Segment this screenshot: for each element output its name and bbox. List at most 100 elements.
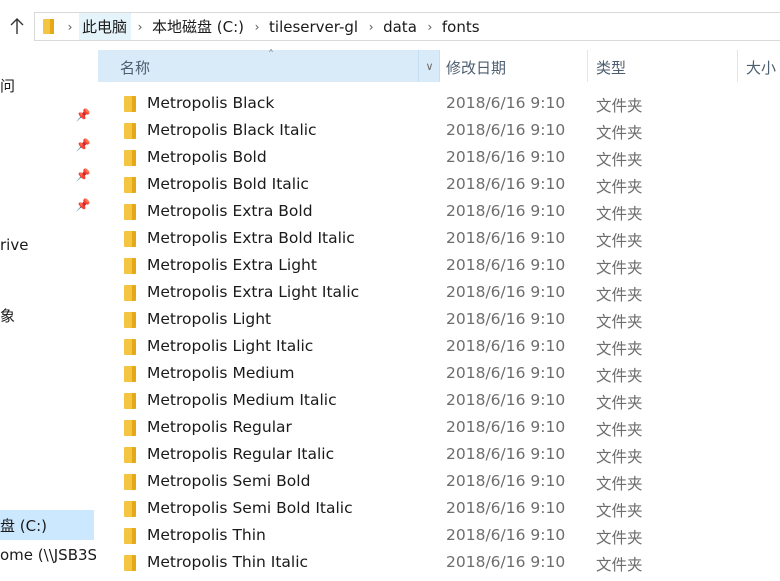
file-row[interactable]: Metropolis Regular 2018/6/16 9:10 文件夹: [98, 415, 780, 442]
file-row[interactable]: Metropolis Bold Italic 2018/6/16 9:10 文件夹: [98, 172, 780, 199]
file-type: 文件夹: [596, 313, 643, 331]
file-name: Metropolis Light Italic: [147, 337, 314, 355]
folder-icon: [124, 555, 136, 571]
file-modified-date: 2018/6/16 9:10: [446, 148, 566, 166]
folder-icon: [124, 528, 136, 544]
breadcrumb-fonts[interactable]: fonts: [439, 13, 484, 40]
breadcrumb-tileserver-gl[interactable]: tileserver-gl: [266, 13, 362, 40]
folder-icon: [124, 177, 136, 193]
file-type: 文件夹: [596, 97, 643, 115]
file-row[interactable]: Metropolis Thin 2018/6/16 9:10 文件夹: [98, 523, 780, 550]
file-modified-date: 2018/6/16 9:10: [446, 553, 566, 571]
up-button[interactable]: [6, 14, 28, 38]
folder-icon: [124, 204, 136, 220]
file-name: Metropolis Extra Light Italic: [147, 283, 360, 301]
file-row[interactable]: Metropolis Extra Light 2018/6/16 9:10 文件夹: [98, 253, 780, 280]
pin-icon[interactable]: 📌: [76, 108, 91, 122]
file-type: 文件夹: [596, 232, 643, 250]
file-type: 文件夹: [596, 394, 643, 412]
folder-icon: [124, 96, 136, 112]
file-name: Metropolis Bold Italic: [147, 175, 309, 193]
chevron-right-icon[interactable]: ›: [131, 13, 149, 40]
chevron-right-icon[interactable]: ›: [248, 13, 266, 40]
file-name: Metropolis Light: [147, 310, 272, 328]
file-row[interactable]: Metropolis Light Italic 2018/6/16 9:10 文件夹: [98, 334, 780, 361]
folder-icon: [124, 258, 136, 274]
column-divider[interactable]: [737, 50, 738, 82]
file-type: 文件夹: [596, 367, 643, 385]
column-header-name[interactable]: ˄ 名称 ∨: [98, 48, 440, 82]
file-name: Metropolis Regular Italic: [147, 445, 335, 463]
file-row[interactable]: Metropolis Extra Bold 2018/6/16 9:10 文件夹: [98, 199, 780, 226]
nav-item-local-disk[interactable]: 盘 (C:): [0, 515, 47, 535]
file-row[interactable]: Metropolis Extra Bold Italic 2018/6/16 9:…: [98, 226, 780, 253]
folder-icon: [124, 366, 136, 382]
folder-icon: [124, 447, 136, 463]
file-row[interactable]: Metropolis Extra Light Italic 2018/6/16 9…: [98, 280, 780, 307]
file-name: Metropolis Black: [147, 94, 275, 112]
navigation-pane[interactable]: 问 📌 📌 📌 📌 rive 象 盘 (C:) ome (\\JSB3S-: [0, 50, 96, 581]
file-modified-date: 2018/6/16 9:10: [446, 202, 566, 220]
file-row[interactable]: Metropolis Medium Italic 2018/6/16 9:10 文件…: [98, 388, 780, 415]
arrow-up-icon: [10, 18, 24, 34]
file-modified-date: 2018/6/16 9:10: [446, 283, 566, 301]
address-bar[interactable]: › 此电脑 › 本地磁盘 (C:) › tileserver-gl › data…: [34, 12, 780, 41]
file-name: Metropolis Medium Italic: [147, 391, 337, 409]
folder-icon: [124, 231, 136, 247]
folder-icon: [124, 474, 136, 490]
file-modified-date: 2018/6/16 9:10: [446, 364, 566, 382]
column-divider[interactable]: [587, 50, 588, 82]
file-type: 文件夹: [596, 556, 643, 574]
pin-icon[interactable]: 📌: [76, 198, 91, 212]
file-modified-date: 2018/6/16 9:10: [446, 256, 566, 274]
file-name: Metropolis Semi Bold: [147, 472, 311, 490]
file-modified-date: 2018/6/16 9:10: [446, 175, 566, 193]
file-modified-date: 2018/6/16 9:10: [446, 310, 566, 328]
nav-item-3d-objects[interactable]: 象: [0, 305, 15, 325]
column-header-date[interactable]: 修改日期: [446, 57, 506, 78]
chevron-right-icon[interactable]: ›: [362, 13, 380, 40]
file-row[interactable]: Metropolis Regular Italic 2018/6/16 9:10 文…: [98, 442, 780, 469]
sort-ascending-icon: ˄: [268, 48, 274, 62]
file-type: 文件夹: [596, 475, 643, 493]
breadcrumb-data[interactable]: data: [380, 13, 421, 40]
file-type: 文件夹: [596, 529, 643, 547]
file-row[interactable]: Metropolis Medium 2018/6/16 9:10 文件夹: [98, 361, 780, 388]
file-name: Metropolis Thin Italic: [147, 553, 309, 571]
file-type: 文件夹: [596, 178, 643, 196]
folder-icon: [124, 420, 136, 436]
file-row[interactable]: Metropolis Bold 2018/6/16 9:10 文件夹: [98, 145, 780, 172]
column-header: ˄ 名称 ∨ 修改日期 类型 大小: [98, 48, 780, 82]
file-modified-date: 2018/6/16 9:10: [446, 418, 566, 436]
file-row[interactable]: Metropolis Semi Bold 2018/6/16 9:10 文件夹: [98, 469, 780, 496]
file-modified-date: 2018/6/16 9:10: [446, 499, 566, 517]
chevron-down-icon[interactable]: ∨: [418, 50, 440, 82]
folder-icon: [124, 123, 136, 139]
folder-icon: [124, 285, 136, 301]
column-header-type[interactable]: 类型: [596, 57, 626, 78]
folder-icon: [124, 312, 136, 328]
file-modified-date: 2018/6/16 9:10: [446, 229, 566, 247]
file-row[interactable]: Metropolis Black 2018/6/16 9:10 文件夹: [98, 91, 780, 118]
pin-icon[interactable]: 📌: [76, 138, 91, 152]
pin-icon[interactable]: 📌: [76, 168, 91, 182]
file-row[interactable]: Metropolis Black Italic 2018/6/16 9:10 文件夹: [98, 118, 780, 145]
file-name: Metropolis Thin: [147, 526, 266, 544]
nav-item-network-share[interactable]: ome (\\JSB3S-: [0, 545, 96, 565]
file-type: 文件夹: [596, 124, 643, 142]
file-row[interactable]: Metropolis Light 2018/6/16 9:10 文件夹: [98, 307, 780, 334]
file-type: 文件夹: [596, 448, 643, 466]
file-row[interactable]: Metropolis Thin Italic 2018/6/16 9:10 文件夹: [98, 550, 780, 577]
folder-icon: [124, 150, 136, 166]
chevron-right-icon[interactable]: ›: [61, 13, 79, 40]
nav-item-onedrive[interactable]: rive: [0, 235, 28, 255]
breadcrumb-local-disk[interactable]: 本地磁盘 (C:): [149, 13, 248, 40]
file-name: Metropolis Medium: [147, 364, 295, 382]
file-type: 文件夹: [596, 502, 643, 520]
chevron-right-icon[interactable]: ›: [421, 13, 439, 40]
file-row[interactable]: Metropolis Semi Bold Italic 2018/6/16 9:1…: [98, 496, 780, 523]
column-header-size[interactable]: 大小: [746, 57, 776, 78]
breadcrumb-this-pc[interactable]: 此电脑: [79, 13, 132, 40]
file-modified-date: 2018/6/16 9:10: [446, 94, 566, 112]
nav-item-quick-access[interactable]: 问: [0, 75, 15, 95]
